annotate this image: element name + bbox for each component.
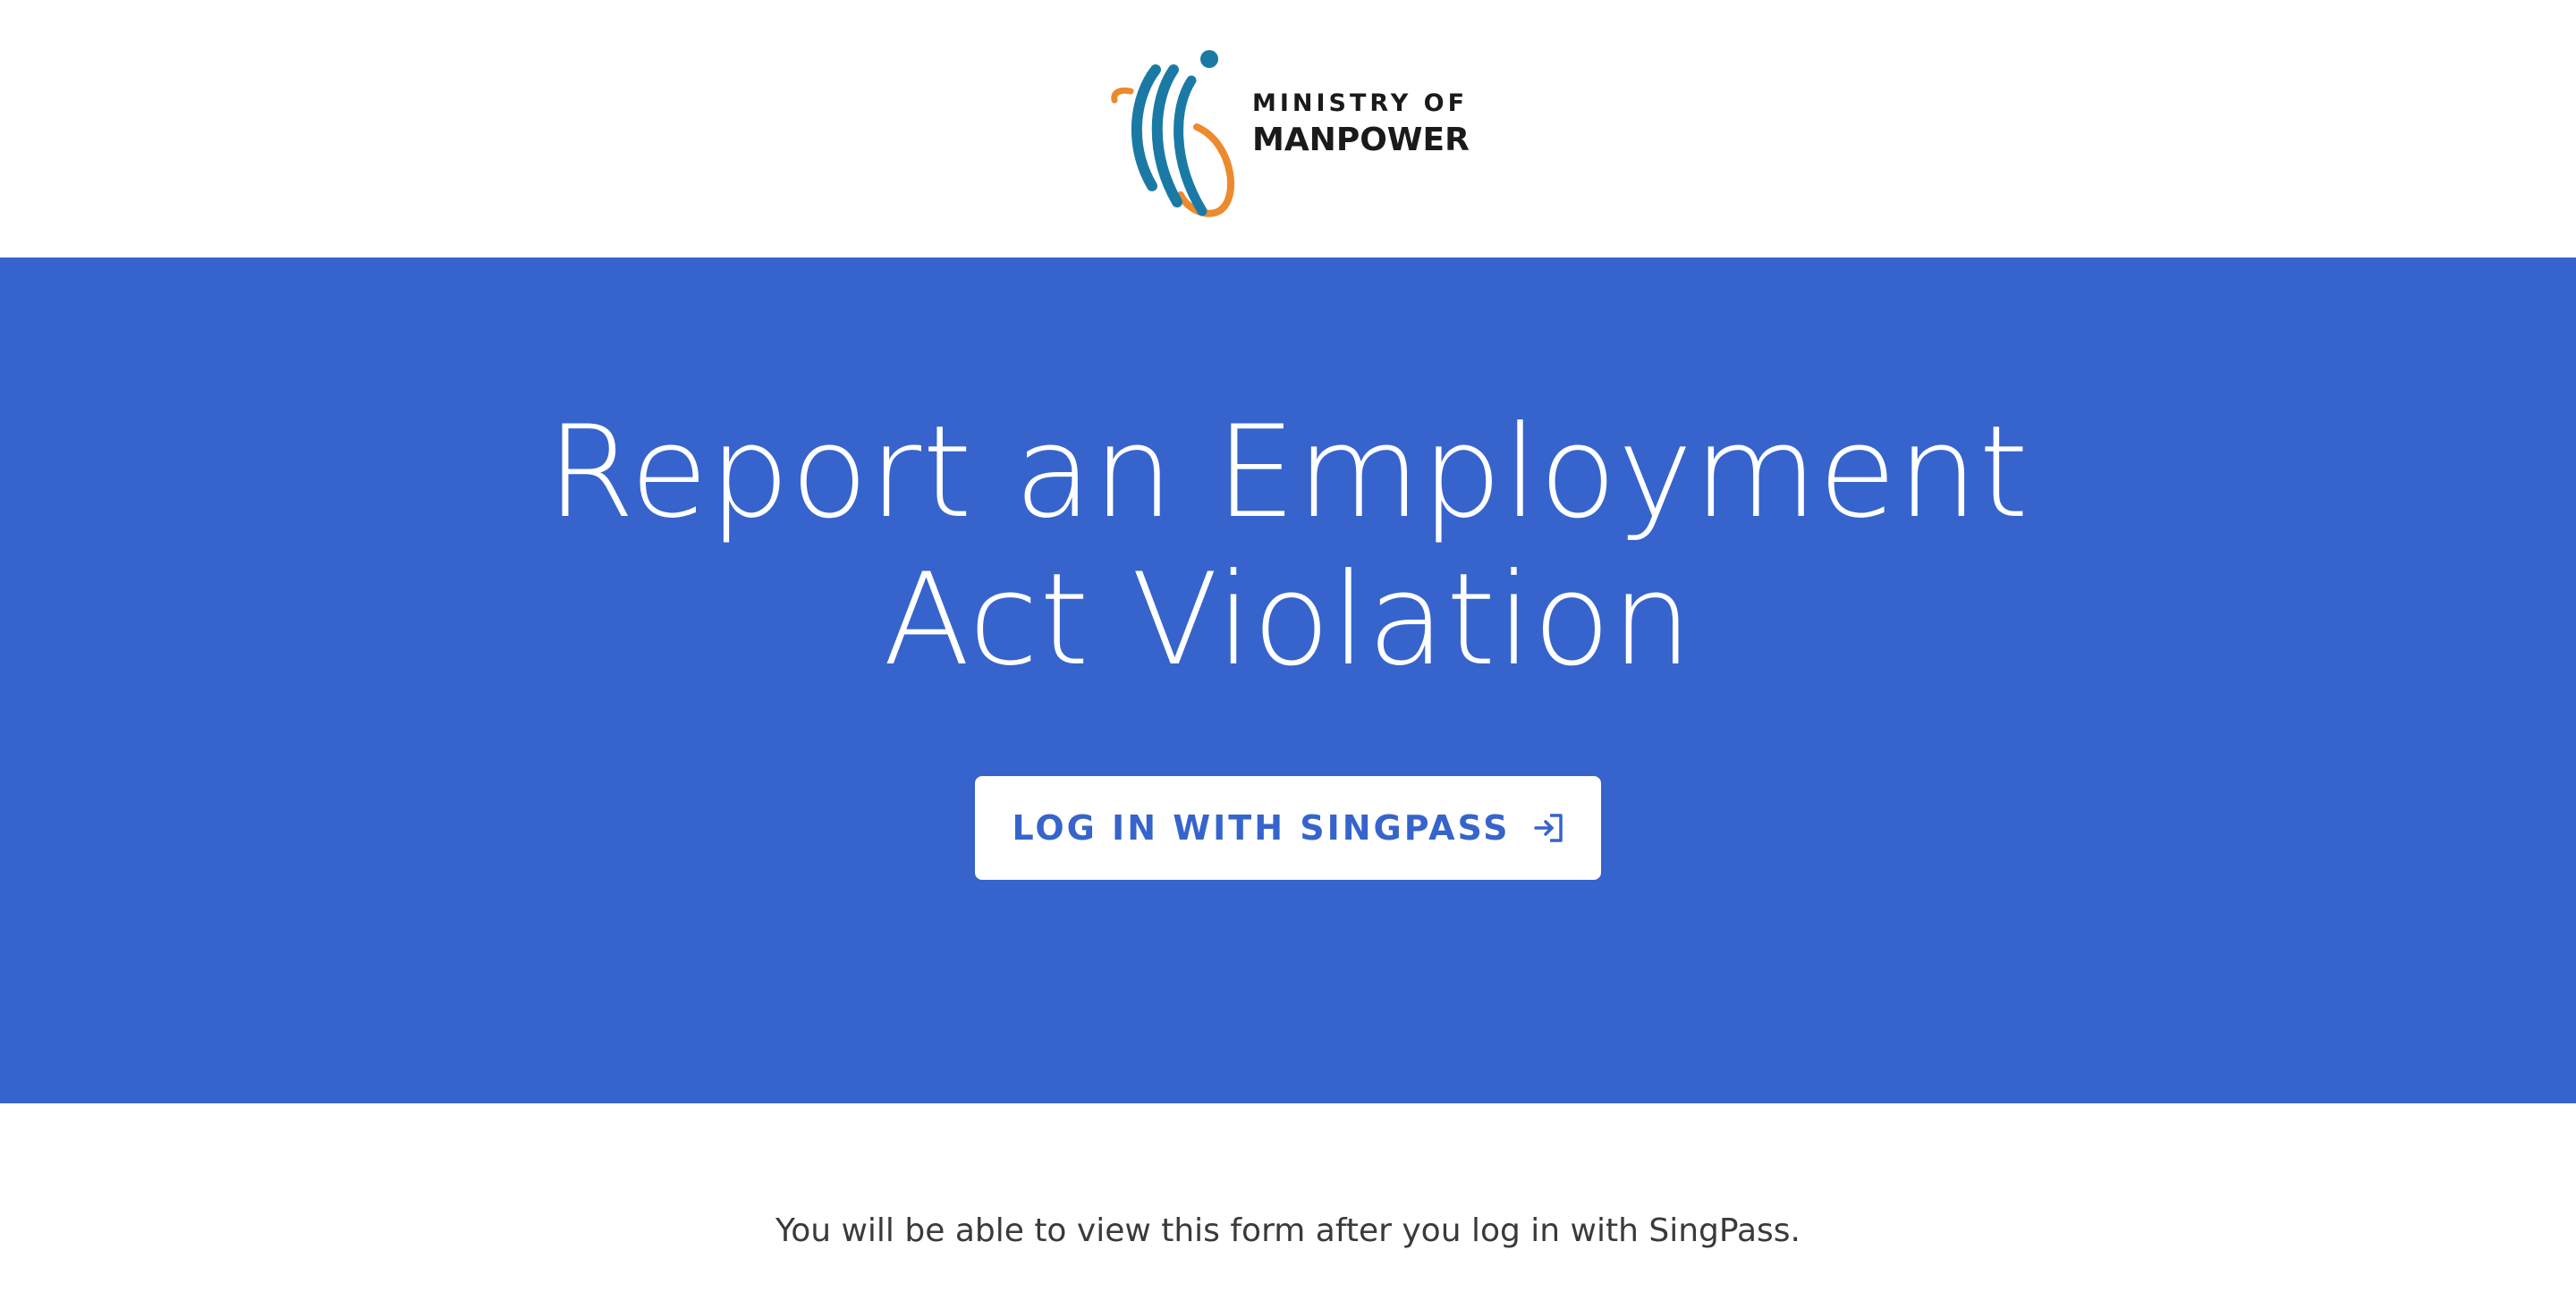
login-button-label: LOG IN WITH SINGPASS <box>1012 808 1511 848</box>
mom-logo[interactable]: MINISTRY OF MANPOWER <box>1109 45 1485 224</box>
logo-line-ministry-of: MINISTRY OF <box>1252 89 1469 117</box>
site-header: MINISTRY OF MANPOWER <box>0 0 2576 258</box>
hero-banner: Report an Employment Act Violation LOG I… <box>0 258 2576 1103</box>
log-in-icon <box>1533 811 1564 845</box>
logo-line-manpower: MANPOWER <box>1252 122 1470 158</box>
page-title-line-2: Act Violation <box>883 546 1693 694</box>
login-with-singpass-button[interactable]: LOG IN WITH SINGPASS <box>975 776 1601 880</box>
mom-emblem-icon <box>1111 50 1234 217</box>
logo-wordmark: MINISTRY OF MANPOWER <box>1252 91 1470 156</box>
page-title-line-1: Report an Employment <box>547 399 2029 546</box>
login-required-note: You will be able to view this form after… <box>775 1212 1801 1249</box>
page-title: Report an Employment Act Violation <box>0 399 2576 694</box>
